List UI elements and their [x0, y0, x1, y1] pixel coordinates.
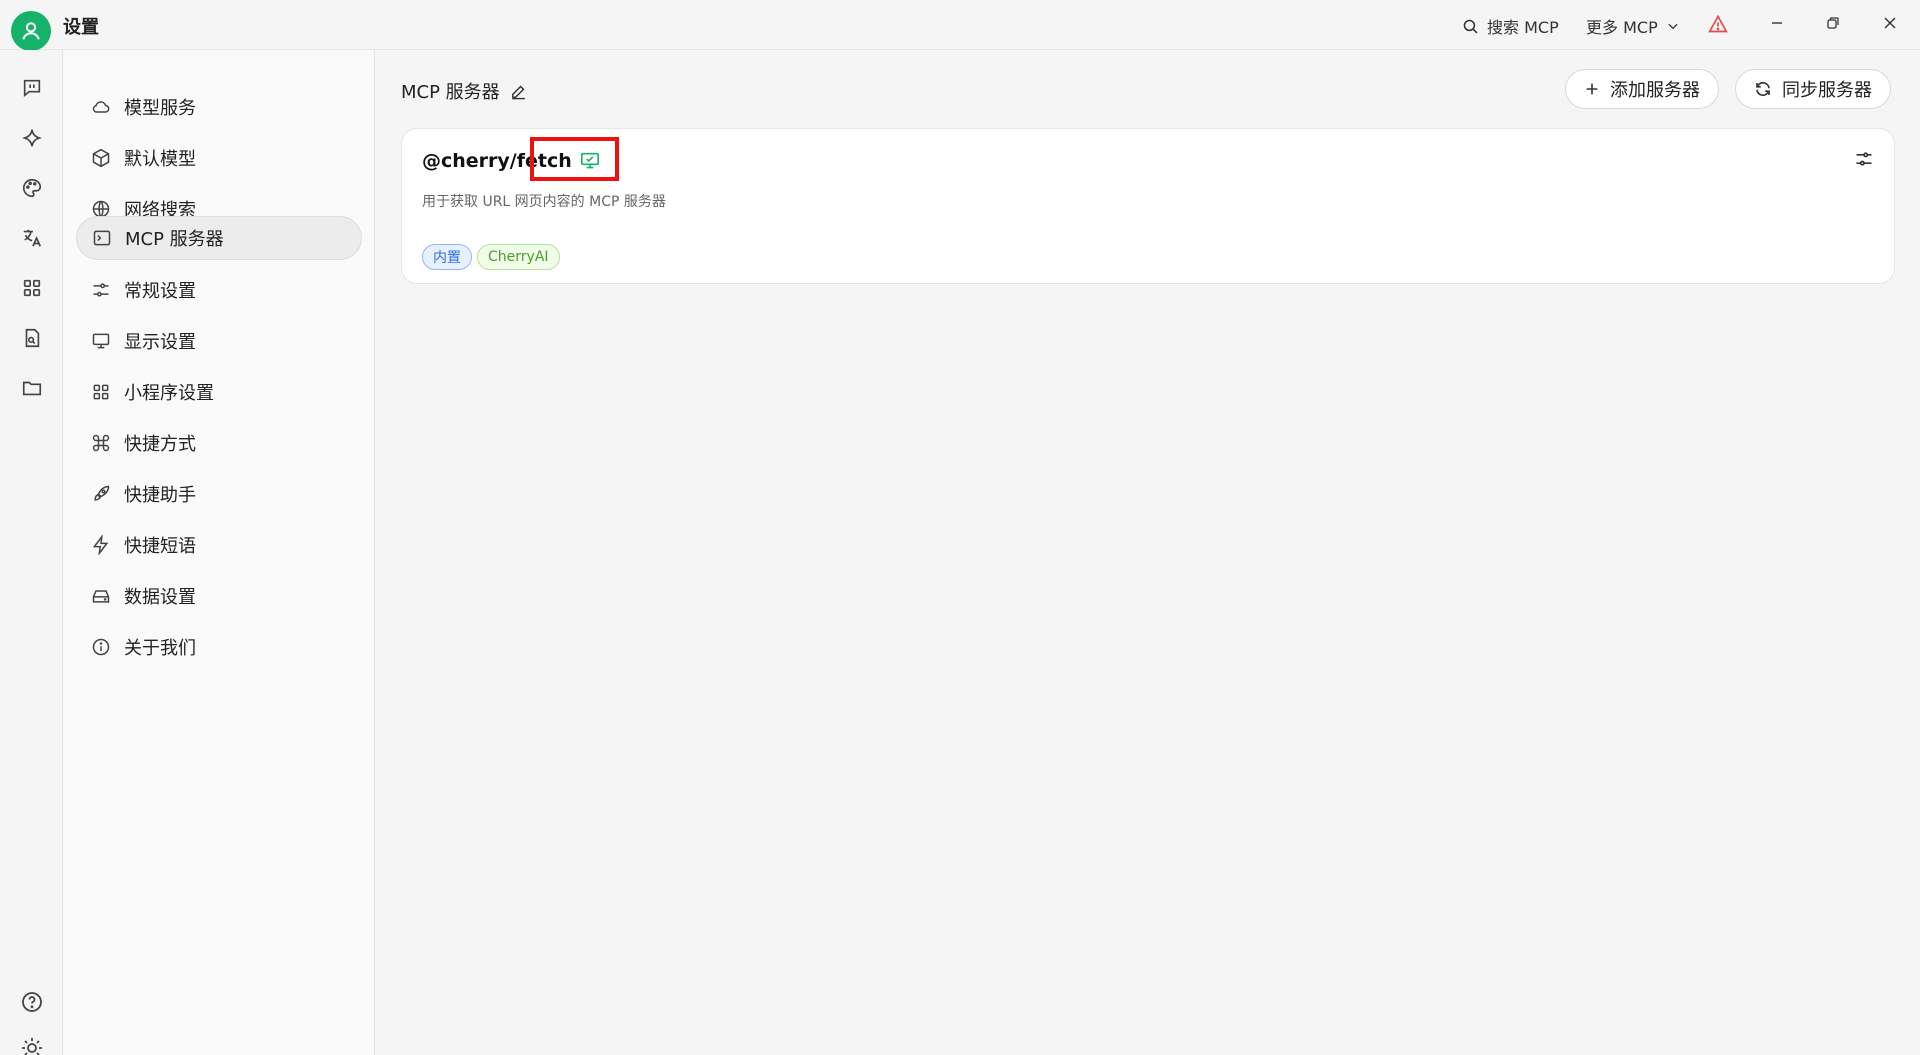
hard-drive-icon [90, 585, 112, 607]
minimize-icon [1772, 22, 1782, 24]
close-icon [1884, 17, 1896, 29]
nav-item-data-settings[interactable]: 数据设置 [76, 574, 362, 618]
nav-item-label: 小程序设置 [124, 383, 214, 404]
terminal-icon [91, 227, 113, 249]
warning-button[interactable] [1708, 14, 1728, 38]
palette-icon [23, 178, 42, 198]
plus-icon [1586, 83, 1598, 95]
title-bar: 设置 搜索 MCP 更多 MCP [0, 0, 1920, 51]
help-icon [22, 992, 42, 1012]
server-name: @cherry/fetch [422, 150, 572, 172]
chat-rail-button[interactable] [19, 75, 45, 101]
page-title-text: MCP 服务器 [401, 82, 500, 103]
nav-item-quick-assistant[interactable]: 快捷助手 [76, 472, 362, 516]
info-icon [90, 636, 112, 658]
warning-icon [1708, 14, 1728, 33]
search-mcp-button[interactable]: 搜索 MCP [1462, 14, 1559, 38]
app-title: 设置 [63, 17, 99, 38]
nav-item-label: 关于我们 [124, 638, 196, 659]
restore-icon [1827, 17, 1839, 29]
page-title: MCP 服务器 [401, 78, 527, 104]
server-settings-button[interactable] [1854, 149, 1874, 173]
cloud-icon [90, 96, 112, 118]
nav-item-label: 模型服务 [124, 98, 196, 119]
nav-item-label: 显示设置 [124, 332, 196, 353]
server-description: 用于获取 URL 网页内容的 MCP 服务器 [422, 194, 666, 210]
nav-item-label: 默认模型 [124, 149, 196, 170]
help-rail-button[interactable] [19, 989, 45, 1015]
nav-item-about-us[interactable]: 关于我们 [76, 625, 362, 669]
nav-item-default-model[interactable]: 默认模型 [76, 136, 362, 180]
user-icon [22, 22, 40, 40]
monitor-icon [90, 330, 112, 352]
more-mcp-dropdown[interactable]: 更多 MCP [1586, 14, 1680, 38]
folder-icon [22, 381, 42, 396]
sparkle-icon [21, 129, 43, 147]
nav-item-general-settings[interactable]: 常规设置 [76, 268, 362, 312]
nav-item-label: 常规设置 [124, 281, 196, 302]
chevron-down-icon [1668, 23, 1678, 30]
tag-cherryai: CherryAI [477, 244, 560, 270]
server-status [580, 152, 600, 174]
tag-builtin: 内置 [422, 244, 472, 270]
file-search-icon [25, 328, 40, 348]
grid-icon [23, 279, 41, 297]
nav-item-label: 快捷助手 [124, 485, 196, 506]
refresh-icon [1756, 82, 1770, 96]
add-server-label: 添加服务器 [1610, 80, 1700, 101]
chat-icon [23, 79, 41, 98]
nav-item-label: 快捷短语 [124, 536, 196, 557]
settings-nav: 模型服务 默认模型 网络搜索 MCP 服务器 常规设置 显示设置 小程序设置 快… [64, 50, 375, 1055]
nav-item-display-settings[interactable]: 显示设置 [76, 319, 362, 363]
search-mcp-label: 搜索 MCP [1487, 18, 1559, 37]
nav-item-label: MCP 服务器 [125, 229, 224, 250]
edit-icon[interactable] [510, 83, 527, 100]
files-rail-button[interactable] [19, 325, 45, 351]
nav-item-mcp-servers[interactable]: MCP 服务器 [76, 216, 362, 260]
search-icon [1463, 19, 1478, 33]
monitor-check-icon [581, 152, 599, 169]
sliders-icon [90, 279, 112, 301]
theme-rail-button[interactable] [19, 1035, 45, 1055]
folder-rail-button[interactable] [19, 375, 45, 401]
sync-server-label: 同步服务器 [1782, 80, 1872, 101]
add-server-button[interactable]: 添加服务器 [1565, 69, 1719, 109]
sync-server-button[interactable]: 同步服务器 [1735, 69, 1891, 109]
nav-item-label: 数据设置 [124, 587, 196, 608]
minimize-button[interactable] [1760, 8, 1794, 38]
restore-button[interactable] [1816, 8, 1850, 38]
close-button[interactable] [1873, 8, 1907, 38]
apps-rail-button[interactable] [19, 275, 45, 301]
sun-icon [22, 1038, 42, 1055]
command-icon [90, 432, 112, 454]
cube-icon [90, 147, 112, 169]
nav-item-label: 快捷方式 [124, 434, 196, 455]
icon-rail [0, 50, 63, 1055]
server-card[interactable]: @cherry/fetch 用于获取 URL 网页内容的 MCP 服务器 内置 … [401, 128, 1895, 284]
zap-icon [90, 534, 112, 556]
assistant-rail-button[interactable] [19, 125, 45, 151]
grid-icon [90, 381, 112, 403]
nav-item-model-service[interactable]: 模型服务 [76, 85, 362, 129]
main-content: MCP 服务器 添加服务器 同步服务器 @cherry/fetch 用于获取 U… [376, 50, 1920, 1055]
translate-rail-button[interactable] [19, 225, 45, 251]
more-mcp-label: 更多 MCP [1586, 18, 1658, 37]
rocket-icon [90, 483, 112, 505]
nav-item-mini-app-settings[interactable]: 小程序设置 [76, 370, 362, 414]
nav-item-shortcuts[interactable]: 快捷方式 [76, 421, 362, 465]
user-avatar[interactable] [11, 11, 51, 51]
paint-rail-button[interactable] [19, 175, 45, 201]
nav-item-quick-phrases[interactable]: 快捷短语 [76, 523, 362, 567]
translate-icon [23, 229, 42, 247]
sliders-icon [1856, 152, 1872, 166]
